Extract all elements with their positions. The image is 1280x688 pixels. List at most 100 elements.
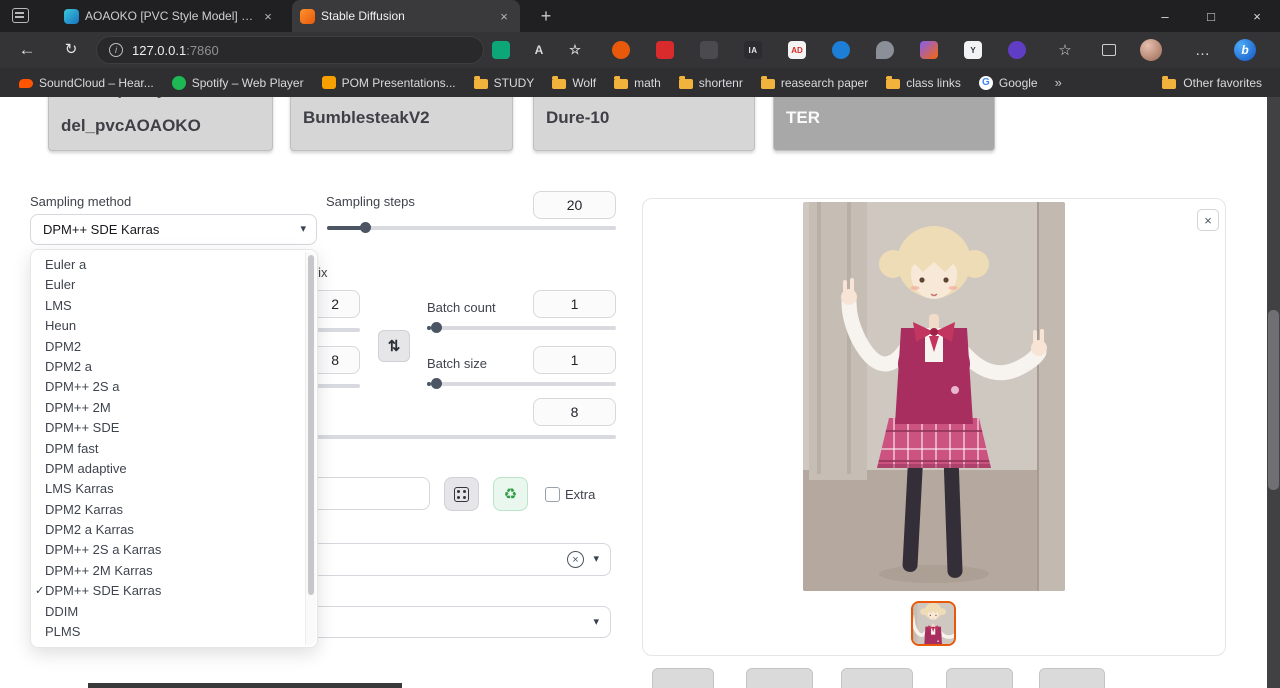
bookmark-pom[interactable]: POM Presentations... <box>313 72 465 94</box>
dropdown-option[interactable]: Euler a <box>31 255 304 275</box>
check-icon: ✓ <box>35 581 44 601</box>
new-tab-button[interactable]: + <box>534 4 558 28</box>
extension-icon[interactable] <box>492 41 510 59</box>
dropdown-scrollbar-thumb[interactable] <box>308 255 314 595</box>
minimize-button[interactable]: – <box>1142 0 1188 32</box>
site-info-icon[interactable]: i <box>109 43 123 57</box>
cfg-scale-input[interactable]: 8 <box>533 398 616 426</box>
dropdown-option[interactable]: DPM++ 2M <box>31 398 304 418</box>
dropdown-option[interactable]: Euler <box>31 275 304 295</box>
extension-icon[interactable] <box>656 41 674 59</box>
copilot-icon[interactable]: b <box>1234 39 1256 61</box>
profile-avatar[interactable] <box>1140 39 1162 61</box>
back-button[interactable]: ← <box>16 39 38 61</box>
dropdown-option-selected[interactable]: ✓DPM++ SDE Karras <box>31 581 304 601</box>
action-button[interactable] <box>946 668 1013 688</box>
model-card-label: TER <box>786 108 820 128</box>
model-card[interactable]: Dure-10 <box>533 97 755 151</box>
random-seed-button[interactable] <box>444 477 479 511</box>
bookmark-folder-shortenr[interactable]: shortenr <box>670 72 752 94</box>
bookmark-folder-study[interactable]: STUDY <box>465 72 544 94</box>
slider-knob[interactable] <box>431 322 442 333</box>
bookmark-soundcloud[interactable]: SoundCloud – Hear... <box>10 72 163 94</box>
extension-icon[interactable] <box>876 41 894 59</box>
model-card-label: del_pvcAOAOKO <box>61 116 201 136</box>
dropdown-option[interactable]: DPM++ SDE <box>31 418 304 438</box>
folder-icon <box>552 79 566 89</box>
model-card[interactable]: TER <box>773 97 995 151</box>
page-scrollbar[interactable] <box>1267 97 1280 688</box>
bookmark-folder-wolf[interactable]: Wolf <box>543 72 605 94</box>
sampling-steps-input[interactable]: 20 <box>533 191 616 219</box>
tab-title: AOAOKO [PVC Style Model] - PV... <box>85 9 254 23</box>
action-button[interactable] <box>652 668 714 688</box>
settings-more-icon[interactable]: … <box>1192 39 1214 61</box>
maximize-button[interactable]: □ <box>1188 0 1234 32</box>
clear-icon[interactable]: × <box>567 551 584 568</box>
bookmark-folder-class-links[interactable]: class links <box>877 72 970 94</box>
dropdown-option[interactable]: DPM2 a <box>31 357 304 377</box>
dropdown-option[interactable]: DDIM <box>31 602 304 622</box>
tab-close-icon[interactable]: × <box>260 9 276 24</box>
dropdown-option[interactable]: LMS Karras <box>31 479 304 499</box>
extension-icon[interactable] <box>1008 41 1026 59</box>
extension-icon[interactable]: Y <box>964 41 982 59</box>
action-button[interactable] <box>746 668 813 688</box>
model-card[interactable]: BumblesteakV2 <box>290 97 513 151</box>
page-scrollbar-thumb[interactable] <box>1268 310 1279 490</box>
dropdown-scrollbar[interactable] <box>305 252 316 645</box>
other-favorites[interactable]: Other favorites <box>1162 76 1270 90</box>
reuse-seed-button[interactable]: ♻ <box>493 477 528 511</box>
folder-icon <box>1162 79 1176 89</box>
dropdown-option[interactable]: DPM adaptive <box>31 459 304 479</box>
extension-icon[interactable]: IA <box>744 41 762 59</box>
extension-icon[interactable] <box>612 41 630 59</box>
action-button[interactable] <box>841 668 913 688</box>
dropdown-option[interactable]: PLMS <box>31 622 304 642</box>
address-bar[interactable]: i 127.0.0.1 :7860 <box>96 36 484 64</box>
tab-aoaoko[interactable]: AOAOKO [PVC Style Model] - PV... × <box>56 0 284 32</box>
sampling-steps-slider[interactable] <box>327 226 616 230</box>
bookmark-folder-math[interactable]: math <box>605 72 670 94</box>
gallery-thumbnail-selected[interactable] <box>911 601 956 646</box>
extension-icon[interactable]: AD <box>788 41 806 59</box>
dropdown-option[interactable]: DPM2 <box>31 337 304 357</box>
extension-icon[interactable] <box>832 41 850 59</box>
bookmark-folder-research-paper[interactable]: reasearch paper <box>752 72 877 94</box>
favorites-hub-icon[interactable]: ☆ <box>1054 39 1076 61</box>
slider-knob[interactable] <box>431 378 442 389</box>
dropdown-option[interactable]: DPM++ 2M Karras <box>31 561 304 581</box>
close-image-button[interactable]: × <box>1197 209 1219 231</box>
tab-close-icon[interactable]: × <box>496 9 512 24</box>
extension-icon[interactable] <box>920 41 938 59</box>
generated-image[interactable] <box>803 202 1065 591</box>
swap-dimensions-button[interactable]: ⇅ <box>378 330 410 362</box>
window-close-button[interactable]: × <box>1234 0 1280 32</box>
batch-size-slider[interactable] <box>427 382 616 386</box>
tab-stable-diffusion[interactable]: Stable Diffusion × <box>292 0 520 32</box>
dropdown-option[interactable]: DPM++ 2S a <box>31 377 304 397</box>
model-card[interactable]: aoaoko pvcstylemo del_pvcAOAOKO <box>48 97 273 151</box>
slider-knob[interactable] <box>360 222 371 233</box>
dropdown-option[interactable]: DPM2 Karras <box>31 500 304 520</box>
extension-icon[interactable] <box>700 41 718 59</box>
extra-seed-checkbox[interactable] <box>545 487 560 502</box>
sampling-method-select[interactable]: DPM++ SDE Karras ▾ <box>30 214 317 245</box>
refresh-button[interactable]: ↻ <box>60 39 82 61</box>
dropdown-option[interactable]: Heun <box>31 316 304 336</box>
batch-count-slider[interactable] <box>427 326 616 330</box>
bookmark-spotify[interactable]: Spotify – Web Player <box>163 72 313 94</box>
favorite-star-icon[interactable]: ☆ <box>566 41 584 59</box>
bookmarks-overflow-icon[interactable]: » <box>1047 75 1070 90</box>
dropdown-option[interactable]: LMS <box>31 296 304 316</box>
dropdown-option[interactable]: DPM fast <box>31 439 304 459</box>
bookmark-google[interactable]: GGoogle <box>970 72 1047 94</box>
batch-count-input[interactable]: 1 <box>533 290 616 318</box>
tab-actions-menu-icon[interactable] <box>12 8 29 23</box>
action-button[interactable] <box>1039 668 1105 688</box>
dropdown-option[interactable]: DPM++ 2S a Karras <box>31 540 304 560</box>
batch-size-input[interactable]: 1 <box>533 346 616 374</box>
collections-icon[interactable] <box>1098 39 1120 61</box>
dropdown-option[interactable]: DPM2 a Karras <box>31 520 304 540</box>
read-aloud-icon[interactable]: A <box>530 41 548 59</box>
